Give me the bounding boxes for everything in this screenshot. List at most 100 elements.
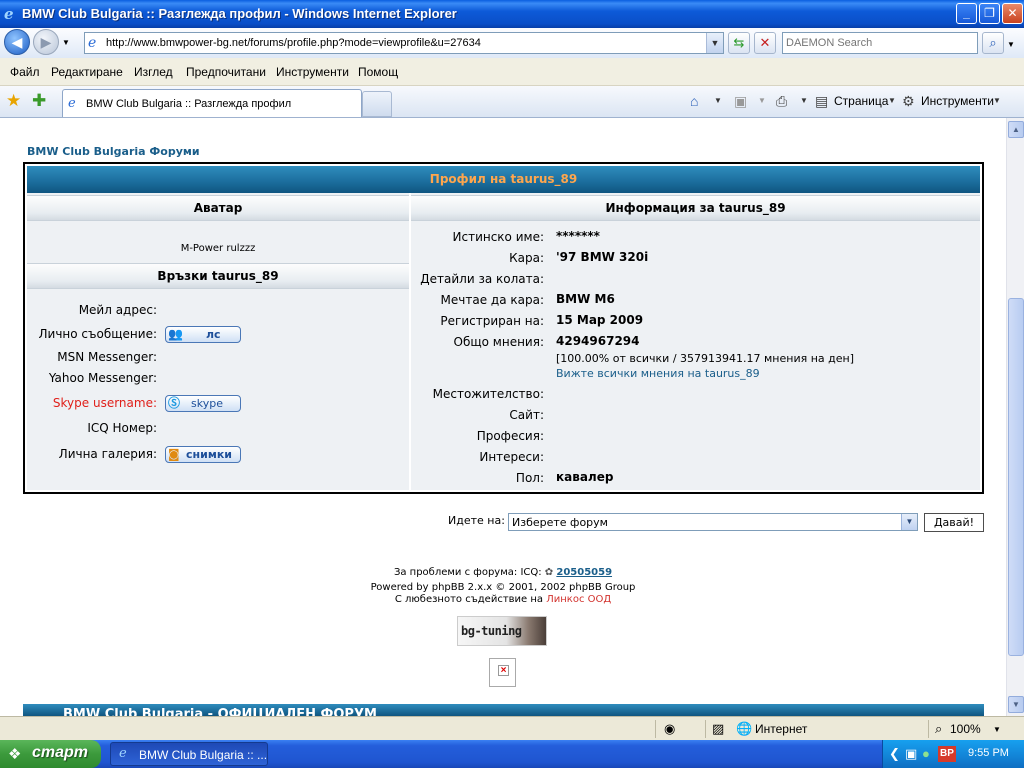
left-column: Аватар M-Power rulzzz Връзки taurus_89 М… <box>27 193 409 490</box>
realname-row: Истинско име: ******* <box>411 228 980 248</box>
posts-stats: [100.00% от всички / 357913941.17 мнения… <box>556 352 855 365</box>
scroll-up-icon[interactable]: ▲ <box>1008 121 1024 138</box>
zoom-dropdown-icon[interactable]: ▼ <box>993 725 1001 734</box>
right-column: Информация за taurus_89 Истинско име: **… <box>411 193 980 490</box>
footer-powered: Powered by phpBB 2.x.x © 2001, 2002 phpB… <box>370 582 636 593</box>
app-tray-icon[interactable]: ● <box>922 746 930 761</box>
tab-label[interactable]: BMW Club Bulgaria :: Разглежда профил <box>86 98 291 110</box>
search-icon[interactable]: ⌕ <box>982 32 1004 54</box>
tray-expand-icon[interactable]: ❮ <box>889 746 900 762</box>
gender-row: Пол: кавалер <box>411 469 980 489</box>
footer-problems: За проблеми с форума: ICQ: ✿ 20505059 <box>0 567 1006 578</box>
problems-text: За проблеми с форума: ICQ: <box>393 567 542 578</box>
menu-bar: Файл Редактиране Изглед Предпочитани Инс… <box>0 58 1024 86</box>
search-box[interactable] <box>782 32 978 54</box>
zoom-level[interactable]: 100% <box>950 722 981 736</box>
start-button[interactable]: ❖ старт <box>0 740 101 768</box>
forward-button[interactable]: ▶ <box>33 29 59 55</box>
menu-help[interactable]: Помощ <box>358 65 398 79</box>
zoom-icon[interactable]: ⌕ <box>935 721 942 737</box>
tools-menu-button[interactable]: Инструменти <box>921 94 994 108</box>
forum-select-value: Изберете форум <box>512 516 608 529</box>
gallery-label: Лична галерия: <box>58 447 157 461</box>
gear-icon: ⚙ <box>902 93 915 109</box>
page-menu-button[interactable]: Страница <box>834 94 888 108</box>
system-tray: ❮ ▣ ● BP 9:55 PM <box>882 740 1024 768</box>
skype-button[interactable]: Ⓢ skype <box>165 395 241 412</box>
forum-select[interactable]: Изберете форум ▼ <box>508 513 918 531</box>
favorites-center-icon[interactable]: ★ <box>6 91 21 111</box>
website-label: Сайт: <box>509 408 544 422</box>
history-dropdown-icon[interactable]: ▼ <box>62 38 70 47</box>
close-button[interactable]: ✕ <box>1002 3 1023 24</box>
view-all-posts-link[interactable]: Вижте всички мнения на taurus_89 <box>556 367 760 380</box>
chevron-down-icon[interactable]: ▼ <box>901 514 917 530</box>
window-title-bar[interactable]: e BMW Club Bulgaria :: Разглежда профил … <box>0 0 1024 28</box>
gallery-button[interactable]: ◙ снимки <box>165 446 241 463</box>
users-icon: 👥 <box>168 327 183 341</box>
registered-value: 15 Мар 2009 <box>556 313 644 327</box>
support-company-link[interactable]: Линкос ООД <box>546 594 611 605</box>
add-favorite-icon[interactable]: ✚ <box>32 91 46 111</box>
pm-row: Лично съобщение: 👥 лс <box>27 325 409 345</box>
print-dropdown-icon[interactable]: ▼ <box>800 96 808 105</box>
car-row: Кара: '97 BMW 320i <box>411 249 980 269</box>
maximize-button[interactable]: ❐ <box>979 3 1000 24</box>
privacy-icon[interactable]: ◉ <box>664 721 675 737</box>
dream-car-value: BMW M6 <box>556 292 615 306</box>
status-separator <box>655 720 656 738</box>
stop-button[interactable]: ✕ <box>754 32 776 54</box>
menu-edit[interactable]: Редактиране <box>51 65 123 79</box>
tools-dropdown-icon[interactable]: ▼ <box>993 96 1001 105</box>
realname-label: Истинско име: <box>452 230 545 244</box>
menu-view[interactable]: Изглед <box>134 65 173 79</box>
go-button[interactable]: Давай! <box>924 513 984 532</box>
pm-button[interactable]: 👥 лс <box>165 326 241 343</box>
registered-label: Регистриран на: <box>440 314 544 328</box>
vertical-scrollbar[interactable]: ▲ ▼ <box>1006 118 1024 716</box>
scroll-down-icon[interactable]: ▼ <box>1008 696 1024 713</box>
msn-label: MSN Messenger: <box>57 350 157 364</box>
menu-file[interactable]: Файл <box>10 65 40 79</box>
menu-favorites[interactable]: Предпочитани <box>186 65 266 79</box>
dream-car-row: Мечтае да кара: BMW M6 <box>411 291 980 311</box>
address-dropdown-icon[interactable]: ▼ <box>706 33 723 53</box>
car-details-label: Детайли за колата: <box>420 272 544 286</box>
bg-tuning-logo[interactable]: bg-tuning <box>457 616 547 646</box>
taskbar-ie-button[interactable]: e BMW Club Bulgaria :: ... <box>110 742 268 766</box>
refresh-button[interactable]: ⇆ <box>728 32 750 54</box>
feeds-icon[interactable]: ▣ <box>734 93 747 110</box>
popup-blocker-icon[interactable]: ▨ <box>712 721 724 737</box>
print-icon[interactable]: ⎙ <box>776 93 787 110</box>
language-indicator[interactable]: BP <box>938 746 956 762</box>
taskbar: ❖ старт e BMW Club Bulgaria :: ... ❮ ▣ ●… <box>0 740 1024 768</box>
skype-row: Skype username: Ⓢ skype <box>27 394 409 414</box>
page-viewport: BMW Club Bulgaria Форуми Профил на tauru… <box>0 118 1006 716</box>
icq-label: ICQ Номер: <box>87 421 157 435</box>
feeds-dropdown-icon[interactable]: ▼ <box>758 96 766 105</box>
address-url[interactable]: http://www.bmwpower-bg.net/forums/profil… <box>106 37 481 49</box>
posts-row: Общо мнения: 4294967294 <box>411 333 980 353</box>
back-button[interactable]: ◀ <box>4 29 30 55</box>
minimize-button[interactable]: _ <box>956 3 977 24</box>
icq-number-link[interactable]: 20505059 <box>556 567 612 578</box>
tab-active[interactable]: e BMW Club Bulgaria :: Разглежда профил <box>62 89 362 117</box>
posts-value: 4294967294 <box>556 334 640 348</box>
scroll-thumb[interactable] <box>1008 298 1024 656</box>
search-input[interactable] <box>786 34 976 52</box>
home-icon[interactable]: ⌂ <box>690 93 698 109</box>
menu-tools[interactable]: Инструменти <box>276 65 349 79</box>
msn-row: MSN Messenger: <box>27 348 409 368</box>
new-tab-button[interactable] <box>362 91 392 117</box>
camera-icon: ◙ <box>168 447 180 461</box>
home-dropdown-icon[interactable]: ▼ <box>714 96 722 105</box>
occupation-label: Професия: <box>476 429 544 443</box>
forum-index-link[interactable]: BMW Club Bulgaria Форуми <box>27 145 200 158</box>
address-bar[interactable]: e http://www.bmwpower-bg.net/forums/prof… <box>84 32 724 54</box>
avatar-caption: M-Power rulzzz <box>180 243 256 254</box>
network-icon[interactable]: ▣ <box>905 746 917 762</box>
realname-value: ******* <box>556 229 600 243</box>
search-options-icon[interactable]: ▼ <box>1007 40 1015 49</box>
page-dropdown-icon[interactable]: ▼ <box>888 96 896 105</box>
status-bar: ◉ ▨ 🌐 Интернет ⌕ 100% ▼ <box>0 716 1024 740</box>
